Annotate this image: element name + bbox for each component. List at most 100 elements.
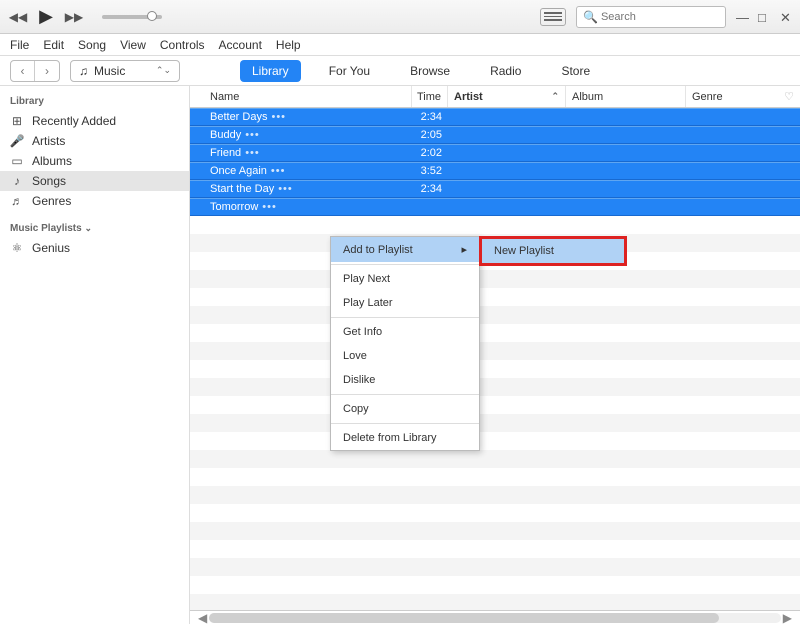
empty-row: [190, 216, 800, 234]
scroll-right-icon[interactable]: ▶: [781, 611, 794, 625]
column-artist[interactable]: Artist⌃: [448, 86, 566, 107]
column-genre[interactable]: Genre: [686, 86, 766, 107]
minimize-button[interactable]: —: [736, 11, 748, 23]
more-icon[interactable]: •••: [278, 183, 293, 195]
empty-row: [190, 414, 800, 432]
sidebar-playlists-header[interactable]: Music Playlists ⌄: [0, 219, 189, 238]
tab-radio[interactable]: Radio: [478, 60, 533, 82]
ctx-love[interactable]: Love: [331, 344, 479, 368]
search-icon: 🔍: [583, 10, 598, 24]
album-icon: ▭: [10, 154, 24, 168]
empty-row: [190, 468, 800, 486]
search-field[interactable]: [601, 11, 719, 23]
titlebar: ◀◀ ▶ ▶▶ 🔍 — □ ✕: [0, 0, 800, 34]
menu-controls[interactable]: Controls: [160, 38, 205, 52]
separator: [331, 264, 479, 265]
menu-view[interactable]: View: [120, 38, 146, 52]
sidebar-item-genres[interactable]: ♬Genres: [0, 191, 189, 211]
song-time: 2:02: [412, 147, 448, 159]
more-icon[interactable]: •••: [262, 201, 277, 213]
empty-row: [190, 342, 800, 360]
next-button[interactable]: ▶▶: [64, 7, 84, 27]
nav-back-button[interactable]: ‹: [11, 61, 35, 81]
grid-icon: ⊞: [10, 114, 24, 128]
ctx-dislike[interactable]: Dislike: [331, 368, 479, 392]
menu-help[interactable]: Help: [276, 38, 301, 52]
horizontal-scrollbar[interactable]: ◀ ▶: [190, 610, 800, 624]
song-name: Buddy: [210, 129, 241, 141]
menu-edit[interactable]: Edit: [43, 38, 64, 52]
ctx-play-later[interactable]: Play Later: [331, 291, 479, 315]
column-name[interactable]: Name: [190, 86, 412, 107]
play-button[interactable]: ▶: [36, 7, 56, 27]
tab-library[interactable]: Library: [240, 60, 301, 82]
separator: [331, 317, 479, 318]
sidebar-item-label: Genius: [32, 241, 70, 255]
column-header-row: Name Time Artist⌃ Album Genre ♡: [190, 86, 800, 108]
menu-account[interactable]: Account: [219, 38, 262, 52]
table-row[interactable]: Tomorrow •••: [190, 198, 800, 216]
table-row[interactable]: Buddy •••2:05: [190, 126, 800, 144]
table-row[interactable]: Once Again ••• 3:52: [190, 162, 800, 180]
nav-arrows: ‹ ›: [10, 60, 60, 82]
sidebar-item-genius[interactable]: ⚛Genius: [0, 238, 189, 258]
table-row[interactable]: Start the Day •••2:34: [190, 180, 800, 198]
empty-row: [190, 378, 800, 396]
empty-row: [190, 270, 800, 288]
sidebar-item-songs[interactable]: ♪Songs: [0, 171, 189, 191]
list-view-button[interactable]: [540, 8, 566, 26]
sidebar-item-artists[interactable]: 🎤Artists: [0, 131, 189, 151]
tab-store[interactable]: Store: [549, 60, 602, 82]
column-love[interactable]: ♡: [766, 86, 800, 107]
empty-row: [190, 450, 800, 468]
empty-row: [190, 558, 800, 576]
ctx-get-info[interactable]: Get Info: [331, 320, 479, 344]
toolbar: ‹ › ♫Music ⌃⌄ Library For You Browse Rad…: [0, 56, 800, 86]
media-selector[interactable]: ♫Music ⌃⌄: [70, 60, 180, 82]
table-row[interactable]: Friend ••• 2:02: [190, 144, 800, 162]
song-name: Once Again: [210, 165, 267, 177]
chevron-updown-icon: ⌃⌄: [156, 65, 171, 76]
menu-file[interactable]: File: [10, 38, 29, 52]
ctx-copy[interactable]: Copy: [331, 397, 479, 421]
song-time: 2:34: [412, 111, 448, 123]
playlist-submenu: New Playlist: [479, 236, 627, 266]
empty-row: [190, 288, 800, 306]
more-icon[interactable]: •••: [271, 111, 286, 123]
close-button[interactable]: ✕: [780, 11, 792, 23]
tab-browse[interactable]: Browse: [398, 60, 462, 82]
chevron-right-icon: ▸: [461, 243, 467, 256]
separator: [331, 423, 479, 424]
search-input[interactable]: 🔍: [576, 6, 726, 28]
song-time: 3:52: [412, 165, 448, 177]
more-icon[interactable]: •••: [245, 129, 260, 141]
nav-forward-button[interactable]: ›: [35, 61, 59, 81]
empty-row: [190, 540, 800, 558]
menu-song[interactable]: Song: [78, 38, 106, 52]
ctx-play-next[interactable]: Play Next: [331, 267, 479, 291]
sidebar-item-recently-added[interactable]: ⊞Recently Added: [0, 111, 189, 131]
song-name: Better Days: [210, 111, 267, 123]
sidebar-library-header: Library: [0, 92, 189, 111]
scroll-left-icon[interactable]: ◀: [196, 611, 209, 625]
ctx-add-to-playlist[interactable]: Add to Playlist▸: [331, 237, 479, 262]
tab-foryou[interactable]: For You: [317, 60, 382, 82]
column-time[interactable]: Time: [412, 86, 448, 107]
menubar: File Edit Song View Controls Account Hel…: [0, 34, 800, 56]
ctx-delete[interactable]: Delete from Library: [331, 426, 479, 450]
song-name: Friend: [210, 147, 241, 159]
more-icon[interactable]: •••: [245, 147, 260, 159]
previous-button[interactable]: ◀◀: [8, 7, 28, 27]
maximize-button[interactable]: □: [758, 11, 770, 23]
song-rows: Better Days •••2:34Buddy •••2:05Friend •…: [190, 108, 800, 610]
empty-row: [190, 360, 800, 378]
empty-row: [190, 396, 800, 414]
submenu-new-playlist[interactable]: New Playlist: [482, 239, 624, 263]
column-album[interactable]: Album: [566, 86, 686, 107]
table-row[interactable]: Better Days ••• 2:34: [190, 108, 800, 126]
playback-controls: ◀◀ ▶ ▶▶: [8, 7, 172, 27]
volume-slider[interactable]: [102, 11, 172, 23]
sidebar-item-albums[interactable]: ▭Albums: [0, 151, 189, 171]
more-icon[interactable]: •••: [271, 165, 286, 177]
empty-row: [190, 306, 800, 324]
